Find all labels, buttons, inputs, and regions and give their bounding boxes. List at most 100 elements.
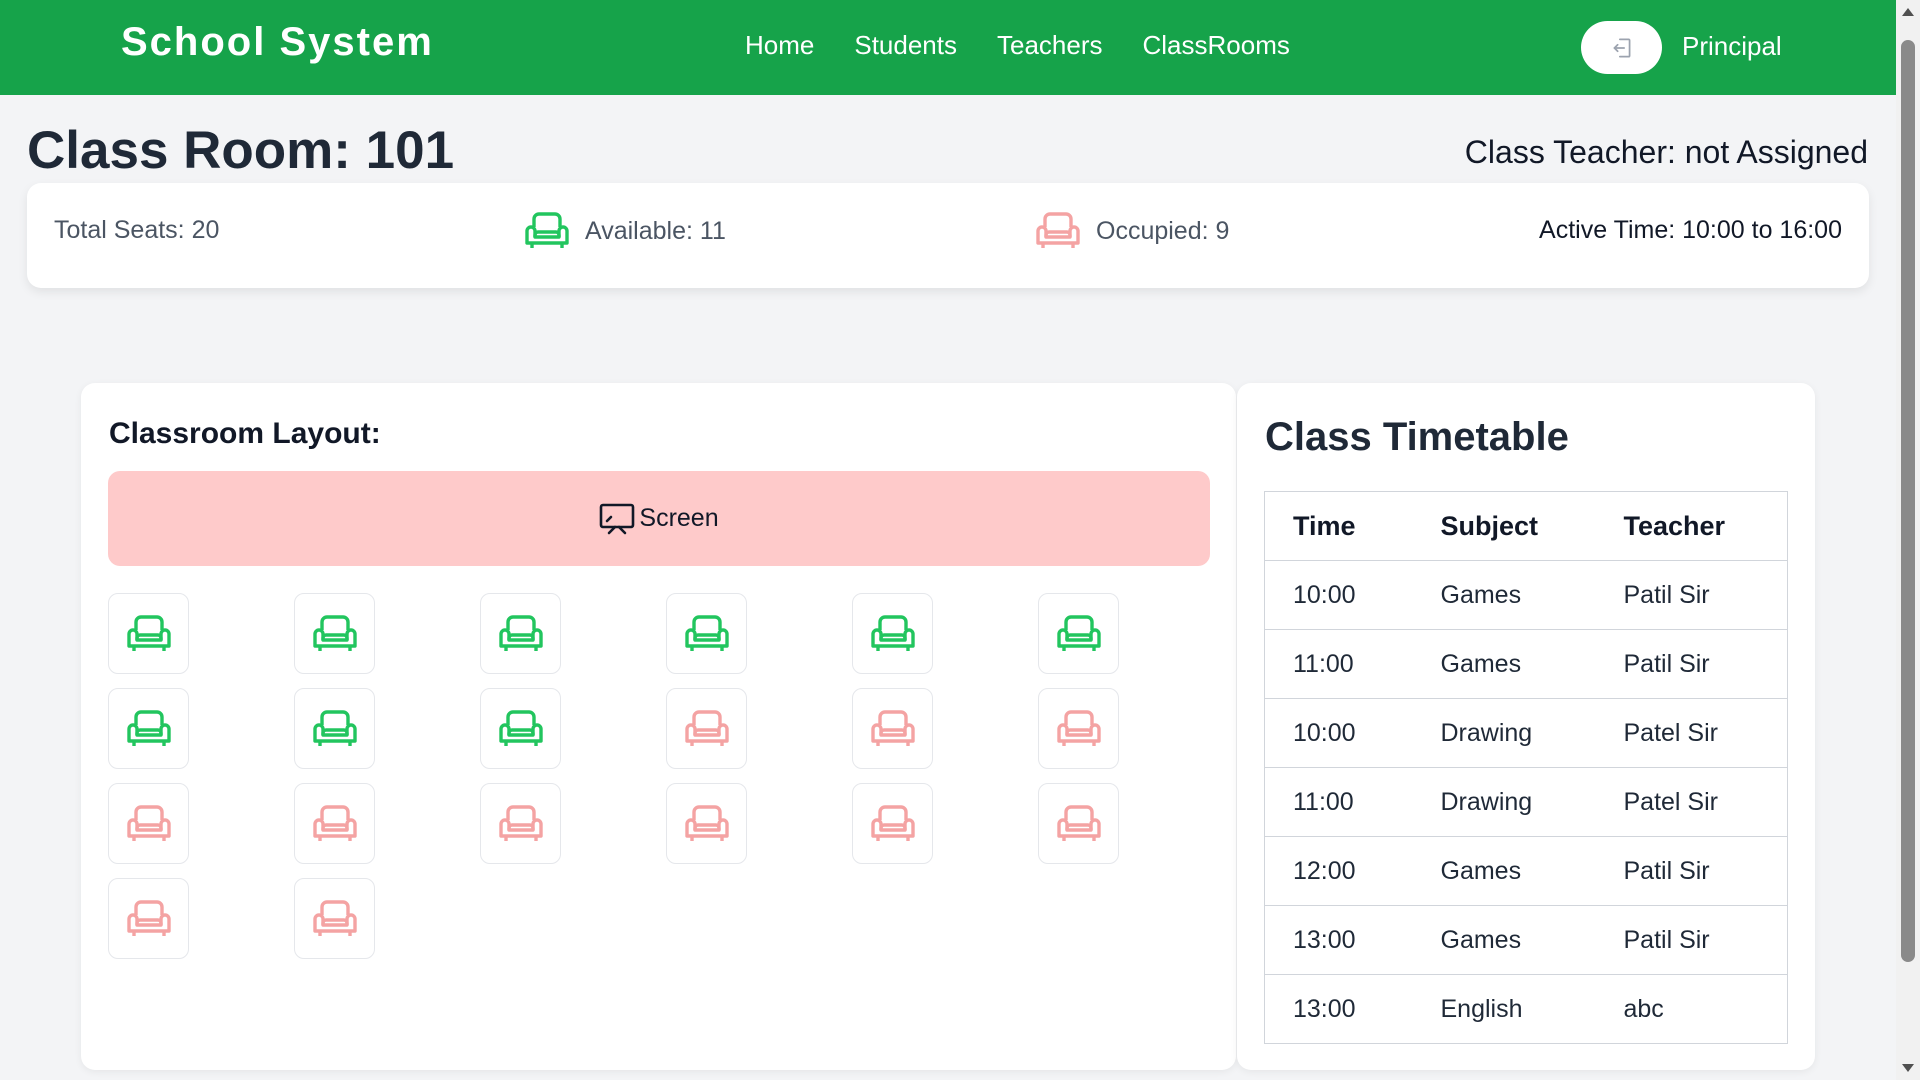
cell-teacher: Patel Sir <box>1595 767 1788 837</box>
seat-occupied[interactable] <box>666 783 747 864</box>
available-seat-icon <box>525 212 569 248</box>
occupied-seat-icon <box>1056 804 1101 841</box>
seat-available[interactable] <box>294 688 375 769</box>
seat-available[interactable] <box>666 593 747 674</box>
scrollbar-thumb[interactable] <box>1901 40 1915 962</box>
table-row: 10:00 Games Patil Sir <box>1264 560 1788 630</box>
available-seat-icon <box>126 709 171 746</box>
available-seat-icon <box>312 709 357 746</box>
seat-occupied[interactable] <box>294 878 375 959</box>
table-row: 10:00 Drawing Patel Sir <box>1264 698 1788 768</box>
available-seat-icon <box>498 614 543 651</box>
seat-occupied[interactable] <box>108 878 189 959</box>
cell-time: 11:00 <box>1264 629 1413 699</box>
cell-teacher: Patil Sir <box>1595 560 1788 630</box>
cell-teacher: Patil Sir <box>1595 629 1788 699</box>
seat-occupied[interactable] <box>294 783 375 864</box>
cell-time: 12:00 <box>1264 836 1413 906</box>
screen-icon <box>600 503 635 534</box>
occupied-seat-icon <box>312 899 357 936</box>
class-teacher-label: Class Teacher: not Assigned <box>1464 134 1868 170</box>
available-seat-icon <box>684 614 729 651</box>
timetable-table: Time Subject Teacher 10:00 Games Patil S… <box>1264 491 1788 1044</box>
seat-available[interactable] <box>852 593 933 674</box>
timetable-card: Class Timetable Time Subject Teacher 10:… <box>1237 383 1815 1070</box>
seat-available[interactable] <box>480 688 561 769</box>
cell-teacher: Patil Sir <box>1595 836 1788 906</box>
seat-occupied[interactable] <box>666 688 747 769</box>
timetable-header-row: Time Subject Teacher <box>1264 491 1788 561</box>
seat-available[interactable] <box>294 593 375 674</box>
cell-time: 13:00 <box>1264 905 1413 975</box>
seat-occupied[interactable] <box>852 783 933 864</box>
cell-subject: Drawing <box>1412 698 1596 768</box>
page-scrollbar[interactable] <box>1896 0 1920 1080</box>
available-seat-icon <box>126 614 171 651</box>
seat-stats-card: Total Seats: 20 Available: 11 Occupied: … <box>27 183 1869 288</box>
occupied-seat-icon <box>312 804 357 841</box>
available-seat-icon <box>870 614 915 651</box>
occupied-seat-icon <box>870 709 915 746</box>
screen-bar: Screen <box>108 471 1210 566</box>
table-row: 11:00 Games Patil Sir <box>1264 629 1788 699</box>
occupied-seat-icon <box>684 709 729 746</box>
cell-subject: English <box>1440 994 1523 1023</box>
seat-occupied[interactable] <box>108 783 189 864</box>
available-seats-label: Available: 11 <box>585 216 726 245</box>
occupied-seat-icon <box>498 804 543 841</box>
table-row: 11:00 Drawing Patel Sir <box>1264 767 1788 837</box>
seat-available[interactable] <box>480 593 561 674</box>
seat-occupied[interactable] <box>480 783 561 864</box>
cell-teacher: abc <box>1623 994 1664 1023</box>
total-seats-stat: Total Seats: 20 <box>54 216 220 244</box>
occupied-seats-label: Occupied: 9 <box>1096 216 1230 245</box>
table-row: 13:00 Games Patil Sir <box>1264 905 1788 975</box>
logout-button[interactable] <box>1581 21 1662 74</box>
seat-occupied[interactable] <box>1038 783 1119 864</box>
cell-subject: Games <box>1412 560 1596 630</box>
logout-icon <box>1613 37 1630 58</box>
cell-teacher: Patil Sir <box>1595 905 1788 975</box>
cell-teacher: Patel Sir <box>1595 698 1788 768</box>
brand-title[interactable]: School System <box>121 20 434 65</box>
available-seat-icon <box>1056 614 1101 651</box>
occupied-seat-icon <box>870 804 915 841</box>
cell-time: 10:00 <box>1264 698 1413 768</box>
table-row: 13:00 English abc <box>1265 975 1788 1044</box>
seat-available[interactable] <box>108 688 189 769</box>
seat-available[interactable] <box>1038 593 1119 674</box>
table-row: 12:00 Games Patil Sir <box>1264 836 1788 906</box>
nav-link-home[interactable]: Home <box>745 30 814 61</box>
nav-link-classrooms[interactable]: ClassRooms <box>1143 30 1290 61</box>
scroll-down-arrow-icon[interactable] <box>1902 1064 1914 1072</box>
column-header-time: Time <box>1264 491 1413 561</box>
active-time-stat: Active Time: 10:00 to 16:00 <box>1539 216 1842 244</box>
column-header-teacher: Teacher <box>1595 491 1788 561</box>
available-seat-icon <box>312 614 357 651</box>
cell-subject: Games <box>1412 629 1596 699</box>
cell-subject: Games <box>1412 905 1596 975</box>
user-role: Principal <box>1682 31 1782 61</box>
nav-link-teachers[interactable]: Teachers <box>997 30 1103 61</box>
screen-label: Screen <box>639 504 719 532</box>
seat-occupied[interactable] <box>1038 688 1119 769</box>
occupied-seat-icon <box>1036 212 1080 248</box>
seat-occupied[interactable] <box>852 688 933 769</box>
nav-link-students[interactable]: Students <box>854 30 957 61</box>
occupied-seat-icon <box>126 804 171 841</box>
occupied-seat-icon <box>1056 709 1101 746</box>
classroom-layout-card: Classroom Layout: Screen <box>81 383 1236 1070</box>
occupied-seats-stat: Occupied: 9 <box>1034 210 1229 252</box>
cell-time: 13:00 <box>1293 994 1356 1023</box>
cell-subject: Games <box>1412 836 1596 906</box>
column-header-subject: Subject <box>1412 491 1596 561</box>
nav-links: Home Students Teachers ClassRooms <box>745 30 1330 61</box>
scroll-up-arrow-icon[interactable] <box>1902 8 1914 16</box>
page-title: Class Room: 101 <box>27 121 455 180</box>
available-seats-stat: Available: 11 <box>523 210 726 252</box>
occupied-seat-icon <box>684 804 729 841</box>
top-navbar: School System Home Students Teachers Cla… <box>0 0 1896 95</box>
seat-available[interactable] <box>108 593 189 674</box>
cell-time: 10:00 <box>1264 560 1413 630</box>
cell-subject: Drawing <box>1412 767 1596 837</box>
